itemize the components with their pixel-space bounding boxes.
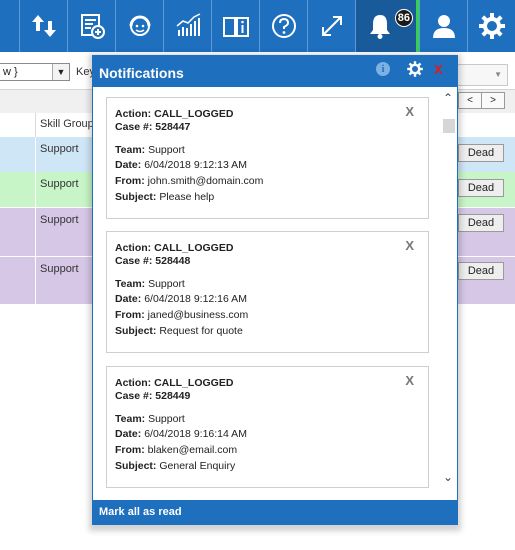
from-value: janed@business.com [147, 309, 249, 321]
right-select[interactable]: ▼ [456, 64, 508, 86]
date-value: 6/04/2018 9:12:13 AM [144, 159, 247, 171]
close-panel-button[interactable]: X [434, 62, 443, 77]
subject-value: Request for quote [159, 325, 243, 337]
notifications-header: Notifications i X [93, 56, 457, 87]
case-number: 528448 [155, 255, 191, 267]
bell-icon [369, 15, 390, 39]
help-button[interactable] [259, 0, 307, 52]
action-value: CALL_LOGGED [154, 108, 234, 120]
support-agent-button[interactable] [115, 0, 163, 52]
bar-chart-icon [176, 13, 200, 36]
headset-agent-icon [129, 15, 150, 36]
column-header-skill-group[interactable]: Skill Group [40, 118, 94, 130]
skill-group-cell: Support [40, 178, 79, 190]
knowledge-base-button[interactable] [211, 0, 259, 52]
user-icon [432, 15, 455, 38]
from-value: blaken@email.com [147, 444, 238, 456]
case-number: 528449 [155, 390, 191, 402]
skill-group-cell: Support [40, 263, 79, 275]
notification-settings-button[interactable] [406, 60, 424, 83]
dismiss-notification-button[interactable]: X [405, 373, 414, 388]
notifications-panel: Notifications i X X Action: CALL_LOGGED … [92, 55, 458, 525]
notification-card[interactable]: X Action: CALL_LOGGED Case #: 528447 Tea… [106, 97, 429, 219]
settings-button[interactable] [467, 0, 515, 52]
dead-button[interactable]: Dead [458, 262, 504, 280]
team-value: Support [148, 144, 185, 156]
date-value: 6/04/2018 9:16:14 AM [144, 428, 247, 440]
expand-icon [321, 16, 342, 36]
gear-icon [478, 13, 505, 39]
dead-button[interactable]: Dead [458, 179, 504, 197]
pager-next-button[interactable]: > [481, 92, 505, 109]
notification-card[interactable]: X Action: CALL_LOGGED Case #: 528448 Tea… [106, 231, 429, 353]
fullscreen-button[interactable] [307, 0, 355, 52]
skill-group-cell: Support [40, 143, 79, 155]
chevron-up-icon[interactable]: ⌃ [443, 91, 453, 105]
chevron-down-icon[interactable]: ⌄ [443, 470, 453, 484]
notifications-title: Notifications [99, 65, 184, 81]
dismiss-notification-button[interactable]: X [405, 238, 414, 253]
from-value: john.smith@domain.com [147, 175, 264, 187]
view-select[interactable]: w } ▼ [0, 63, 70, 81]
subject-value: General Enquiry [159, 460, 236, 472]
notifications-scrollbar[interactable]: ⌃ ⌄ [440, 87, 457, 500]
action-value: CALL_LOGGED [154, 377, 234, 389]
book-info-icon [222, 17, 249, 37]
notifications-list[interactable]: X Action: CALL_LOGGED Case #: 528447 Tea… [93, 87, 457, 500]
team-value: Support [148, 413, 185, 425]
form-add-icon [80, 14, 105, 39]
notifications-footer: Mark all as read [93, 500, 457, 524]
skill-group-cell: Support [40, 214, 79, 226]
info-icon[interactable]: i [376, 62, 390, 76]
chevron-down-icon[interactable]: ▼ [52, 64, 69, 80]
sync-button[interactable] [19, 0, 67, 52]
gear-icon [407, 61, 423, 77]
scrollbar-thumb[interactable] [443, 119, 455, 133]
sync-arrows-icon [31, 15, 56, 37]
action-value: CALL_LOGGED [154, 242, 234, 254]
date-value: 6/04/2018 9:12:16 AM [144, 293, 247, 305]
notification-count-badge: 86 [394, 9, 413, 27]
user-profile-button[interactable] [419, 0, 467, 52]
pager-prev-button[interactable]: < [458, 92, 482, 109]
view-select-value: w } [3, 66, 18, 78]
subject-value: Please help [159, 191, 215, 203]
team-value: Support [148, 278, 185, 290]
notifications-button[interactable]: 86 [355, 0, 417, 52]
question-circle-icon [271, 14, 296, 38]
dead-button[interactable]: Dead [458, 214, 504, 232]
top-toolbar: 86 [0, 0, 515, 52]
case-number: 528447 [155, 121, 191, 133]
chevron-down-icon: ▼ [494, 70, 502, 79]
dead-button[interactable]: Dead [458, 144, 504, 162]
dismiss-notification-button[interactable]: X [405, 104, 414, 119]
new-case-button[interactable] [67, 0, 115, 52]
reports-button[interactable] [163, 0, 211, 52]
mark-all-read-link[interactable]: Mark all as read [99, 506, 182, 518]
notification-card[interactable]: X Action: CALL_LOGGED Case #: 528449 Tea… [106, 366, 429, 488]
